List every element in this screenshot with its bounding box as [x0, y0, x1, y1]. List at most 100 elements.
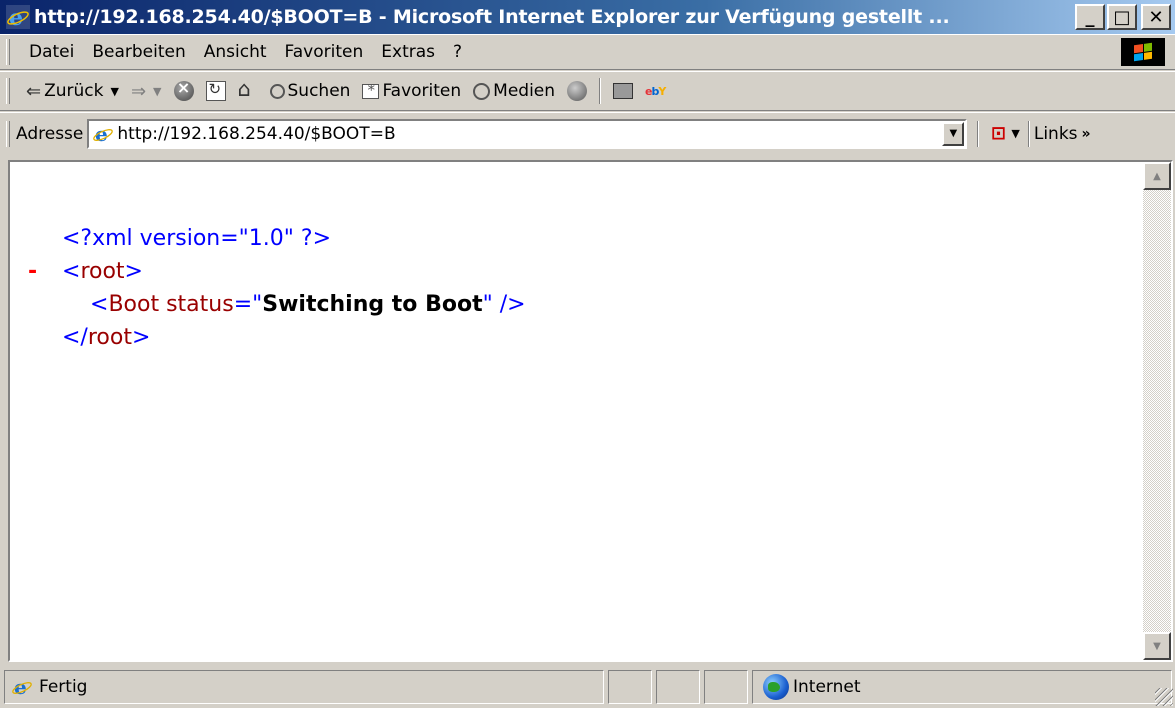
status-text-pane: e Fertig	[4, 670, 604, 704]
menu-bar: Datei Bearbeiten Ansicht Favoriten Extra…	[0, 34, 1175, 70]
stop-icon	[173, 78, 194, 101]
search-icon	[269, 83, 285, 99]
windows-logo-icon	[1121, 38, 1165, 66]
ie-logo-icon[interactable]: e	[6, 5, 30, 31]
xml-bracket: >	[124, 259, 143, 284]
vertical-scrollbar[interactable]: ▲ ▼	[1143, 162, 1171, 660]
xml-tag-name: root	[80, 259, 125, 284]
refresh-icon	[205, 80, 226, 101]
links-button[interactable]: Links	[1034, 124, 1078, 144]
address-grip[interactable]	[6, 120, 10, 147]
globe-icon	[763, 674, 789, 700]
close-button[interactable]: ✕	[1141, 4, 1171, 30]
minimize-button[interactable]: _	[1075, 4, 1105, 30]
history-icon	[567, 81, 588, 101]
ie-status-icon: e	[12, 676, 32, 698]
search-button[interactable]: Suchen	[264, 81, 357, 101]
ebay-button[interactable]: ebY	[639, 85, 671, 98]
xml-bracket: </	[62, 325, 88, 350]
arrow-up-icon: ▲	[1153, 170, 1161, 182]
status-bar: e Fertig Internet	[0, 666, 1175, 708]
home-button[interactable]	[232, 77, 264, 101]
favorites-icon	[362, 81, 380, 99]
scroll-up-button[interactable]: ▲	[1143, 162, 1171, 190]
stop-button[interactable]	[168, 78, 200, 101]
window-title: http://192.168.254.40/$BOOT=B - Microsof…	[34, 6, 950, 28]
scroll-down-button[interactable]: ▼	[1143, 632, 1171, 660]
print-button[interactable]	[607, 83, 639, 99]
refresh-button[interactable]	[200, 80, 232, 101]
menu-item-label: Bearbeiten	[92, 42, 186, 62]
arrow-down-icon: ▼	[1153, 640, 1161, 652]
forward-arrow-icon: ⇒	[130, 80, 147, 102]
media-label: Medien	[493, 81, 556, 101]
menu-item-label: Datei	[29, 42, 75, 62]
status-pane-3	[704, 670, 748, 704]
xml-declaration: <?xml version="1.0" ?>	[10, 222, 526, 255]
minimize-icon: _	[1085, 6, 1095, 28]
menu-favoriten[interactable]: Favoriten	[276, 42, 373, 62]
xml-root-open: - <root>	[10, 255, 526, 288]
status-pane-1	[608, 670, 652, 704]
address-bar: Adresse e ▼ ⊡ ▼ Links »	[0, 112, 1175, 154]
status-pane-2	[656, 670, 700, 704]
pdf-dropdown-icon[interactable]: ▼	[1011, 127, 1019, 140]
address-label: Adresse	[16, 123, 84, 144]
title-bar: e http://192.168.254.40/$BOOT=B - Micros…	[0, 0, 1175, 34]
resize-grip[interactable]	[1155, 688, 1173, 706]
history-button[interactable]	[561, 81, 593, 101]
address-input[interactable]	[117, 121, 943, 146]
xml-root-close: </root>	[10, 321, 526, 354]
ebay-icon: ebY	[645, 84, 666, 98]
status-text: Fertig	[39, 677, 88, 697]
back-button[interactable]: ⇐ Zurück ▼	[20, 81, 125, 102]
xml-bracket: <	[90, 292, 109, 317]
xml-attr-value: Switching to Boot	[262, 292, 483, 317]
favorites-button[interactable]: Favoriten	[356, 81, 467, 101]
links-separator	[1027, 120, 1030, 147]
menu-extras[interactable]: Extras	[372, 42, 444, 62]
media-button[interactable]: Medien	[467, 81, 561, 101]
menu-help[interactable]: ?	[444, 42, 471, 62]
address-dropdown-button[interactable]: ▼	[942, 121, 965, 146]
menu-item-label: Favoriten	[284, 42, 364, 62]
media-icon	[473, 82, 491, 100]
browser-window: e http://192.168.254.40/$BOOT=B - Micros…	[0, 0, 1175, 708]
xml-boot-element: <Boot status="Switching to Boot" />	[10, 288, 526, 321]
close-icon: ✕	[1148, 6, 1164, 28]
menu-datei[interactable]: Datei	[20, 42, 83, 62]
back-dropdown-icon[interactable]: ▼	[110, 85, 118, 98]
chevron-down-icon: ▼	[949, 128, 958, 139]
window-controls: _ □ ✕	[1075, 4, 1171, 30]
standard-toolbar: ⇐ Zurück ▼ ⇒ ▼ Suchen Favoriten Medien e…	[0, 71, 1175, 111]
maximize-icon: □	[1113, 6, 1131, 28]
ie-page-icon: e	[93, 123, 114, 145]
toolbar-separator	[599, 78, 602, 104]
security-zone-pane[interactable]: Internet	[752, 670, 1172, 704]
xml-attr-name: status	[166, 292, 234, 317]
maximize-button[interactable]: □	[1107, 4, 1137, 30]
zone-label: Internet	[793, 677, 861, 697]
forward-dropdown-icon[interactable]: ▼	[153, 85, 161, 98]
xml-tag-name: Boot	[108, 292, 160, 317]
home-icon	[238, 77, 258, 101]
menu-bar-grip[interactable]	[6, 39, 10, 65]
search-label: Suchen	[287, 81, 351, 101]
xml-self-close: />	[499, 292, 526, 317]
menu-ansicht[interactable]: Ansicht	[195, 42, 276, 62]
address-field[interactable]: e ▼	[87, 118, 968, 149]
chevron-right-icon[interactable]: »	[1082, 126, 1091, 142]
menu-item-label: ?	[453, 42, 463, 62]
xml-quote: "	[482, 292, 493, 317]
xml-bracket: >	[131, 325, 151, 350]
pdf-icon[interactable]: ⊡	[985, 122, 1011, 146]
collapse-toggle[interactable]: -	[28, 255, 37, 288]
address-separator	[977, 120, 980, 147]
xml-tree: <?xml version="1.0" ?> - <root> <Boot st…	[10, 222, 526, 354]
menu-bearbeiten[interactable]: Bearbeiten	[83, 42, 194, 62]
forward-button[interactable]: ⇒ ▼	[125, 81, 168, 102]
xml-equals: ="	[233, 292, 263, 317]
toolbar-grip[interactable]	[6, 78, 10, 104]
page-content: <?xml version="1.0" ?> - <root> <Boot st…	[8, 160, 1173, 662]
back-arrow-icon: ⇐	[26, 80, 42, 102]
